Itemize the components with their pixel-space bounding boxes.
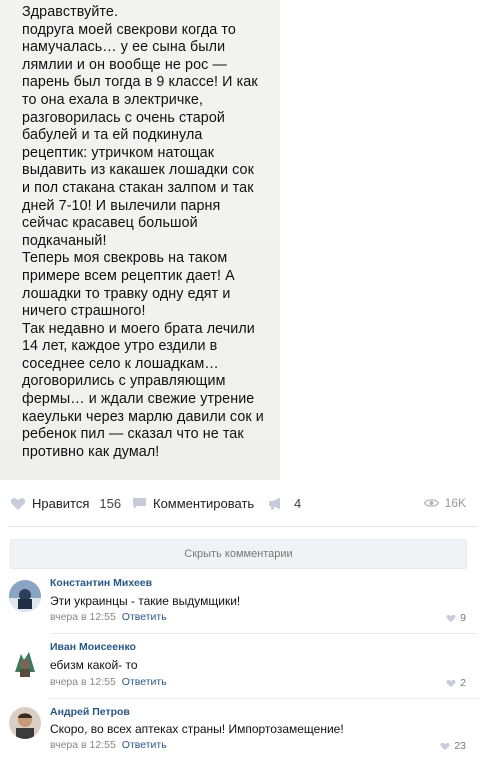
comment-label: Комментировать	[153, 496, 255, 511]
comment-like-count: 9	[460, 612, 466, 624]
post-image-text: Здравствуйте. подруга моей свекрови когд…	[22, 4, 264, 460]
comment-like-button[interactable]: 9	[446, 612, 466, 624]
comment-time[interactable]: вчера в 12:55	[50, 611, 116, 623]
heart-icon	[446, 614, 456, 623]
heart-icon	[440, 742, 450, 751]
like-button[interactable]: Нравится 156	[10, 496, 121, 511]
share-count: 4	[294, 496, 302, 511]
comment-text: Эти украинцы - такие выдумщики!	[50, 594, 241, 608]
post-actions-bar: Нравится 156 Комментировать 4 16K	[0, 488, 486, 518]
comment-divider	[50, 698, 478, 699]
comment-time[interactable]: вчера в 12:55	[50, 739, 116, 751]
comment-like-button[interactable]: 23	[440, 740, 466, 752]
comment-divider	[50, 633, 478, 634]
comment-like-count: 2	[460, 677, 466, 689]
comment-meta: вчера в 12:55 Ответить	[50, 739, 167, 751]
like-label: Нравится	[32, 496, 90, 511]
hide-comments-button[interactable]: Скрыть комментарии	[10, 539, 467, 569]
comment-like-count: 23	[454, 740, 466, 752]
comment-meta: вчера в 12:55 Ответить	[50, 676, 167, 688]
reply-link[interactable]: Ответить	[122, 739, 167, 751]
comment-author[interactable]: Иван Моисеенко	[50, 641, 136, 653]
comment-button[interactable]: Комментировать	[132, 496, 254, 511]
comment-time[interactable]: вчера в 12:55	[50, 676, 116, 688]
reply-link[interactable]: Ответить	[122, 611, 167, 623]
comment-text: Скоро, во всех аптеках страны! Импортоза…	[50, 722, 344, 736]
eye-icon	[423, 498, 439, 508]
speech-bubble-icon	[132, 497, 147, 510]
like-count: 156	[99, 496, 122, 511]
comment-meta: вчера в 12:55 Ответить	[50, 611, 167, 623]
comment-item: Андрей Петров Скоро, во всех аптеках стр…	[0, 705, 486, 762]
heart-icon	[446, 679, 456, 688]
comment-item: Константин Михеев Эти украинцы - такие в…	[0, 576, 486, 636]
comment-author[interactable]: Константин Михеев	[50, 577, 152, 589]
comment-like-button[interactable]: 2	[446, 677, 466, 689]
avatar[interactable]	[9, 580, 41, 612]
comment-author[interactable]: Андрей Петров	[50, 706, 130, 718]
views-counter: 16K	[423, 496, 466, 510]
avatar[interactable]	[9, 646, 41, 678]
views-count: 16K	[444, 496, 466, 510]
divider	[8, 526, 478, 527]
comment-item: Иван Моисеенко ебизм какой- то вчера в 1…	[0, 640, 486, 700]
share-button[interactable]: 4	[268, 496, 301, 511]
avatar[interactable]	[9, 707, 41, 739]
comment-text: ебизм какой- то	[50, 658, 138, 672]
reply-link[interactable]: Ответить	[122, 676, 167, 688]
heart-icon	[10, 497, 26, 511]
megaphone-icon	[268, 497, 284, 510]
post-image[interactable]: Здравствуйте. подруга моей свекрови когд…	[0, 0, 280, 480]
